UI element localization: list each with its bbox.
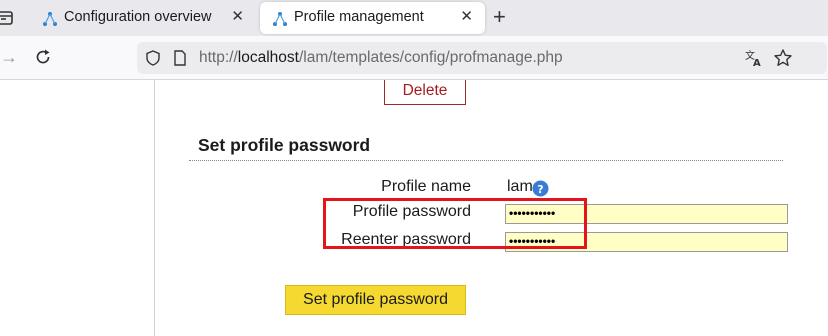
address-bar[interactable]: http://localhost/lam/templates/config/pr…	[137, 42, 827, 74]
help-icon[interactable]: ?	[532, 180, 549, 197]
close-icon[interactable]: ✕	[460, 8, 473, 26]
profile-name-value: lam	[507, 178, 533, 195]
tab-list-icon[interactable]	[0, 9, 14, 27]
panel-border	[154, 80, 155, 336]
svg-text:?: ?	[537, 183, 543, 196]
forward-arrow-icon[interactable]: →	[0, 47, 18, 68]
navigation-bar: → http://localhost/lam/templates/config/…	[0, 36, 828, 80]
close-icon[interactable]: ✕	[231, 8, 244, 26]
profile-name-label: Profile name	[381, 178, 471, 195]
page-content: Delete Set profile password Profile name…	[0, 80, 828, 336]
section-title: Set profile password	[198, 135, 371, 155]
tab-configuration-overview[interactable]: Configuration overview ✕	[30, 2, 256, 34]
tab-title: Profile management	[294, 9, 424, 25]
lam-logo-icon	[273, 12, 287, 26]
reload-icon[interactable]	[34, 48, 52, 66]
lam-logo-icon	[43, 12, 57, 26]
tab-profile-management[interactable]: Profile management ✕	[260, 2, 485, 34]
translate-icon[interactable]: 文 A	[745, 49, 763, 67]
url-text[interactable]: http://localhost/lam/templates/config/pr…	[199, 49, 563, 67]
section-divider	[189, 160, 783, 161]
url-prefix: http://	[199, 49, 238, 66]
bookmark-star-icon[interactable]	[773, 48, 793, 68]
page-info-icon[interactable]	[173, 50, 187, 66]
tab-bar: Configuration overview ✕ Profile managem…	[0, 0, 828, 36]
url-path: /lam/templates/config/profmanage.php	[298, 49, 563, 66]
tab-title: Configuration overview	[64, 9, 212, 25]
url-host: localhost	[237, 49, 299, 66]
set-profile-password-button[interactable]: Set profile password	[285, 285, 466, 315]
svg-text:A: A	[753, 58, 761, 67]
shield-icon[interactable]	[145, 50, 161, 66]
delete-button[interactable]: Delete	[384, 80, 466, 105]
new-tab-plus-icon[interactable]: +	[493, 5, 506, 29]
highlight-annotation-box	[323, 198, 587, 249]
